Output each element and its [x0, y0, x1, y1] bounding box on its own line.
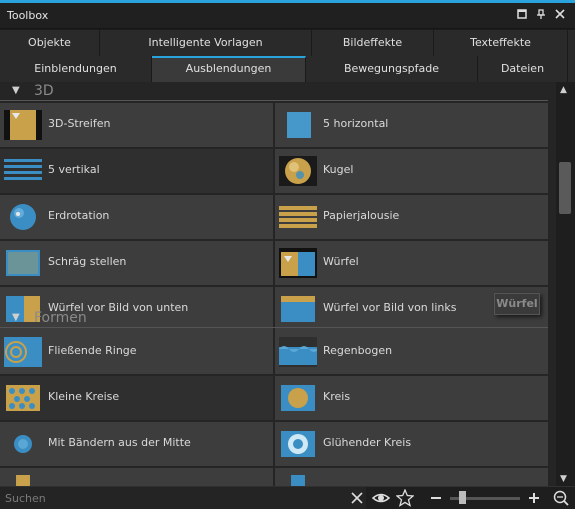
zoom-in-icon[interactable]: [525, 489, 543, 507]
close-icon[interactable]: [553, 9, 567, 23]
clear-search-icon[interactable]: [348, 489, 366, 507]
collapse-triangle-icon[interactable]: ▼: [12, 312, 20, 323]
transition-label: Mit Bändern aus der Mitte: [48, 436, 191, 449]
transition-label: Kugel: [323, 163, 354, 176]
glowing-circle-icon: [281, 431, 315, 457]
transition-label: Fließende Ringe: [48, 344, 137, 357]
zoom-fit-icon[interactable]: [552, 489, 570, 507]
transition-kreis[interactable]: Kreis: [275, 376, 548, 420]
star-icon[interactable]: [396, 489, 414, 507]
drag-tooltip: Würfel: [494, 293, 540, 315]
tab-texteffekte[interactable]: Texteffekte: [434, 30, 568, 56]
section-divider: [0, 327, 548, 328]
maximize-icon[interactable]: [515, 9, 529, 23]
transition-partial-left[interactable]: [0, 468, 273, 486]
tab-ausblendungen[interactable]: Ausblendungen: [152, 56, 306, 82]
search-input[interactable]: [0, 487, 366, 509]
transition-label: Kleine Kreise: [48, 390, 120, 403]
transition-papierjalousie[interactable]: Papierjalousie: [275, 195, 548, 239]
tab-bewegungspfade[interactable]: Bewegungspfade: [306, 56, 478, 82]
horizontal-blinds-icon: [287, 112, 311, 138]
tab-objekte[interactable]: Objekte: [0, 30, 100, 56]
tab-bildeffekte[interactable]: Bildeffekte: [312, 30, 434, 56]
partial-thumbnail-icon: [291, 475, 305, 486]
tab-einblendungen[interactable]: Einblendungen: [0, 56, 152, 82]
transition-label: Würfel: [323, 255, 359, 268]
transition-label: 5 vertikal: [48, 163, 100, 176]
window-title: Toolbox: [7, 9, 49, 22]
section-label: Formen: [34, 310, 87, 326]
paper-blinds-icon: [279, 206, 317, 228]
flowing-rings-icon: [4, 337, 42, 367]
cube-icon: [279, 248, 317, 278]
transition-mit-baendern[interactable]: Mit Bändern aus der Mitte: [0, 422, 273, 466]
transition-label: 3D-Streifen: [48, 117, 111, 130]
skew-icon: [6, 250, 40, 276]
transition-gluehender-kreis[interactable]: Glühender Kreis: [275, 422, 548, 466]
partial-thumbnail-icon: [16, 475, 30, 486]
transition-wuerfel[interactable]: Würfel: [275, 241, 548, 285]
transition-label: Schräg stellen: [48, 255, 127, 268]
tab-intelligente-vorlagen[interactable]: Intelligente Vorlagen: [100, 30, 312, 56]
transition-label: Papierjalousie: [323, 209, 400, 222]
vertical-stripes-icon: [4, 159, 42, 180]
transition-kleine-kreise[interactable]: Kleine Kreise: [0, 376, 273, 420]
transition-schraeg-stellen[interactable]: Schräg stellen: [0, 241, 273, 285]
transition-label: Regenbogen: [323, 344, 393, 357]
transition-3d-streifen[interactable]: 3D-Streifen: [0, 103, 273, 147]
bottom-toolbar: [0, 486, 575, 509]
tab-bar: Objekte Intelligente Vorlagen Bildeffekt…: [0, 30, 575, 82]
section-label: 3D: [34, 83, 54, 99]
collapse-triangle-icon[interactable]: ▼: [12, 85, 20, 96]
tab-row-top: Objekte Intelligente Vorlagen Bildeffekt…: [0, 30, 575, 56]
section-header-3d[interactable]: ▼ 3D: [0, 82, 556, 102]
vertical-scrollbar[interactable]: ▲ ▼: [556, 82, 575, 486]
rainbow-icon: [279, 337, 317, 367]
bands-from-center-icon: [14, 435, 32, 453]
globe-rotation-icon: [10, 204, 36, 230]
transition-partial-right[interactable]: [275, 468, 548, 486]
scroll-thumb[interactable]: [559, 162, 571, 214]
sphere-icon: [279, 156, 317, 186]
transition-label: Glühender Kreis: [323, 436, 412, 449]
transition-5-horizontal[interactable]: 5 horizontal: [275, 103, 548, 147]
tab-row-bottom: Einblendungen Ausblendungen Bewegungspfa…: [0, 56, 575, 82]
scroll-up-icon[interactable]: ▲: [560, 85, 567, 95]
zoom-slider-knob[interactable]: [459, 491, 466, 504]
circle-icon: [281, 385, 315, 411]
transition-label: 5 horizontal: [323, 117, 389, 130]
transition-fliessende-ringe[interactable]: Fließende Ringe: [0, 330, 273, 374]
transition-list: ▼ 3D 3D-Streifen 5 horizontal 5 vertikal: [0, 82, 556, 486]
transition-label: Kreis: [323, 390, 351, 403]
title-bar: Toolbox: [0, 3, 575, 29]
transition-kugel[interactable]: Kugel: [275, 149, 548, 193]
transition-label: Erdrotation: [48, 209, 110, 222]
pin-icon[interactable]: [534, 9, 548, 23]
stripes-3d-icon: [4, 110, 42, 140]
tab-dateien[interactable]: Dateien: [478, 56, 568, 82]
zoom-out-icon[interactable]: [427, 489, 445, 507]
transition-regenbogen[interactable]: Regenbogen: [275, 330, 548, 374]
scroll-down-icon[interactable]: ▼: [560, 474, 567, 484]
section-header-formen[interactable]: ▼ Formen: [0, 309, 556, 329]
transition-erdrotation[interactable]: Erdrotation: [0, 195, 273, 239]
small-circles-icon: [6, 385, 40, 411]
eye-icon[interactable]: [372, 489, 390, 507]
transition-5-vertikal[interactable]: 5 vertikal: [0, 149, 273, 193]
section-divider: [0, 100, 548, 101]
